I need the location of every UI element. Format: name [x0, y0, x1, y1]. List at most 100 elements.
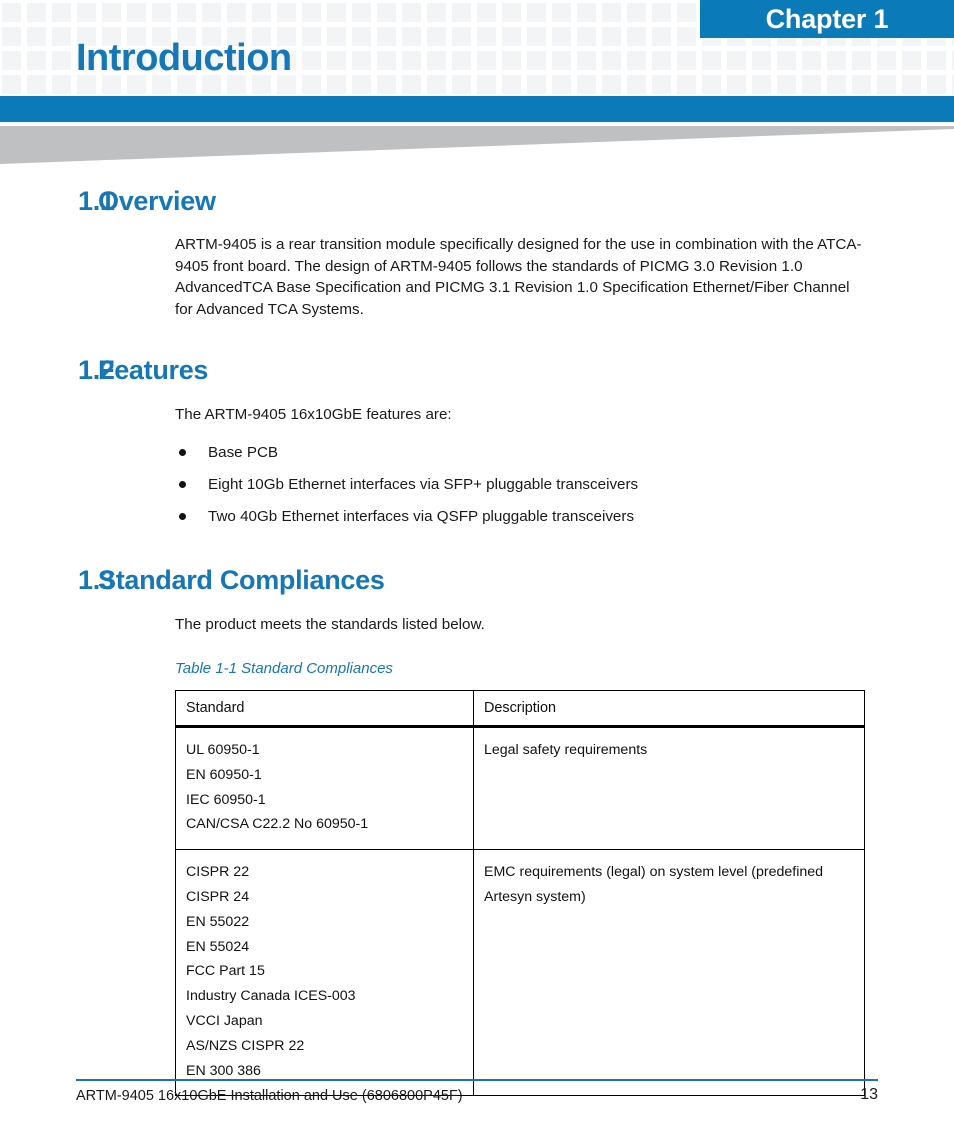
grid-cell: [527, 51, 546, 70]
grid-cell: [727, 51, 746, 70]
cell-line: UL 60950-1: [186, 742, 260, 758]
grid-cell: [202, 3, 221, 22]
page-footer: ARTM-9405 16x10GbE Installation and Use …: [0, 1071, 954, 1145]
grid-cell: [627, 51, 646, 70]
grid-cell: [2, 75, 21, 94]
grid-cell: [602, 51, 621, 70]
grid-cell: [802, 51, 821, 70]
grid-cell: [602, 27, 621, 46]
grid-cell: [477, 27, 496, 46]
grid-cell: [652, 3, 671, 22]
list-item: Eight 10Gb Ethernet interfaces via SFP+ …: [175, 474, 954, 495]
list-item-label: Eight 10Gb Ethernet interfaces via SFP+ …: [208, 475, 639, 493]
grid-cell: [502, 3, 521, 22]
grid-cell: [777, 75, 796, 94]
grid-cell: [452, 27, 471, 46]
heading-1-3-number: 1.3: [78, 564, 115, 595]
header-gray-wedge: [0, 126, 954, 164]
grid-cell: [527, 75, 546, 94]
grid-cell: [77, 3, 96, 22]
grid-cell: [27, 51, 46, 70]
grid-cell: [902, 75, 921, 94]
grid-cell: [677, 3, 696, 22]
grid-cell: [652, 75, 671, 94]
page-header: Chapter 1 Introduction: [0, 0, 954, 96]
cell-description: EMC requirements (legal) on system level…: [473, 849, 865, 1097]
grid-cell: [377, 3, 396, 22]
list-item-label: Base PCB: [208, 443, 279, 461]
grid-cell: [2, 27, 21, 46]
cell-line: EN 55022: [186, 913, 250, 930]
grid-cell: [302, 51, 321, 70]
heading-1-1-number: 1.1: [78, 186, 115, 216]
bullet-dot-icon: [179, 448, 186, 456]
grid-cell: [752, 51, 771, 70]
grid-cell: [702, 75, 721, 94]
grid-cell: [402, 75, 421, 94]
cell-line: CISPR 24: [186, 888, 250, 905]
chapter-badge: Chapter 1: [700, 0, 954, 38]
heading-1-3: 1.3 Standard Compliances: [0, 565, 954, 596]
grid-cell: [127, 3, 146, 22]
grid-cell: [327, 3, 346, 22]
grid-cell: [677, 27, 696, 46]
heading-1-1-title: Overview: [98, 186, 216, 216]
cell-line: EN 60950-1: [186, 766, 262, 783]
paragraph-features-intro: The ARTM-9405 16x10GbE features are:: [175, 406, 452, 423]
grid-cell: [577, 75, 596, 94]
grid-cell: [527, 27, 546, 46]
grid-cell: [452, 51, 471, 70]
grid-cell: [427, 27, 446, 46]
grid-cell: [627, 75, 646, 94]
paragraph-compliances-intro: The product meets the standards listed b…: [175, 615, 485, 633]
grid-cell: [427, 75, 446, 94]
grid-cell: [877, 51, 896, 70]
grid-cell: [802, 75, 821, 94]
grid-cell: [402, 51, 421, 70]
table-caption: Table 1-1 Standard Compliances: [175, 660, 393, 677]
grid-cell: [27, 3, 46, 22]
grid-cell: [577, 27, 596, 46]
grid-cell: [552, 75, 571, 94]
grid-cell: [852, 75, 871, 94]
grid-cell: [727, 75, 746, 94]
grid-cell: [52, 3, 71, 22]
grid-cell: [377, 27, 396, 46]
cell-line: Industry Canada ICES-003: [186, 988, 356, 1005]
grid-cell: [27, 27, 46, 46]
grid-cell: [827, 51, 846, 70]
grid-cell: [502, 27, 521, 46]
footer-page-number: 13: [860, 1086, 878, 1103]
grid-cell: [452, 75, 471, 94]
heading-1-3-title: Standard Compliances: [98, 564, 385, 595]
grid-cell: [2, 51, 21, 70]
table-row: CISPR 22 CISPR 24 EN 55022 EN 55024 FCC Part…: [175, 849, 865, 1097]
cell-line: IEC 60950-1: [186, 791, 266, 808]
chapter-title: Introduction: [76, 37, 292, 79]
footer-document-title: ARTM-9405 16x10GbE Installation and Use …: [76, 1088, 463, 1104]
standard-compliances-table: Standard Description UL 60950-1 EN 60950-…: [175, 690, 865, 1097]
grid-cell: [627, 3, 646, 22]
grid-cell: [52, 75, 71, 94]
grid-cell: [527, 3, 546, 22]
column-header-description: Description: [473, 690, 865, 728]
grid-cell: [677, 75, 696, 94]
grid-cell: [377, 51, 396, 70]
grid-cell: [477, 75, 496, 94]
cell-line: Legal safety requirements: [484, 742, 648, 758]
grid-cell: [702, 51, 721, 70]
grid-cell: [227, 3, 246, 22]
grid-cell: [427, 51, 446, 70]
heading-1-2-title: Features: [98, 355, 209, 385]
grid-cell: [477, 3, 496, 22]
cell-line: VCCI Japan: [186, 1012, 263, 1029]
grid-cell: [302, 27, 321, 46]
grid-cell: [102, 3, 121, 22]
cell-line: FCC Part 15: [186, 963, 265, 980]
column-header-standard: Standard: [175, 690, 474, 728]
cell-standard: UL 60950-1 EN 60950-1 IEC 60950-1 CAN/CSA C…: [175, 725, 474, 851]
grid-cell: [352, 27, 371, 46]
grid-cell: [302, 75, 321, 94]
cell-line: CAN/CSA C22.2 No 60950-1: [186, 816, 369, 833]
grid-cell: [352, 51, 371, 70]
